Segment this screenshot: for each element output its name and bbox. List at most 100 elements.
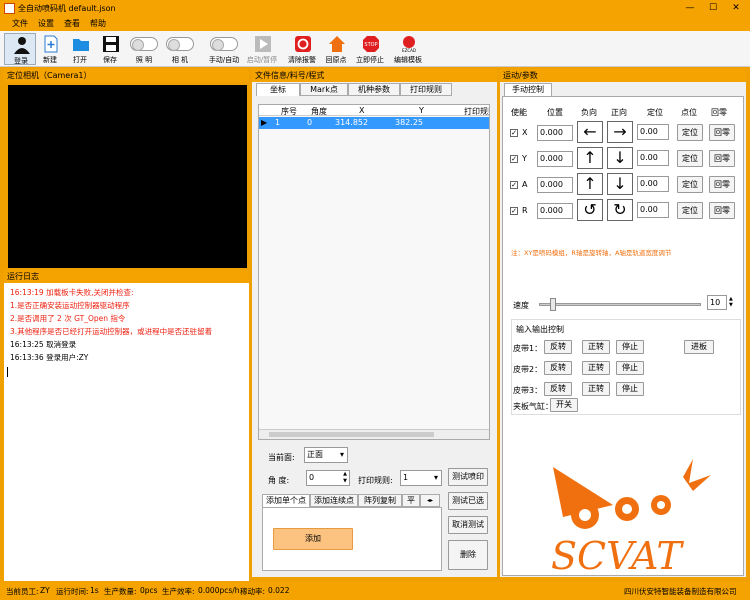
slider-thumb[interactable] [549, 298, 556, 311]
jog-negative-button[interactable]: ↑ [577, 173, 603, 195]
belt-forward-button[interactable]: 正转 [582, 382, 610, 396]
menu-view[interactable]: 查看 [64, 18, 80, 29]
locate-button[interactable]: 定位 [677, 202, 703, 219]
speed-input[interactable]: 10 [707, 295, 727, 310]
log-area[interactable]: 16:13:19 加载板卡失败,关闭并检查: 1.是否正确安装运动控制器驱动程序 2… [4, 283, 249, 581]
scrollbar-thumb[interactable] [269, 432, 434, 437]
axis-name: R [522, 206, 528, 215]
axis-enable-checkbox[interactable]: ✓ [510, 129, 518, 137]
axis-enable-checkbox[interactable]: ✓ [510, 207, 518, 215]
tab-array-copy[interactable]: 阵列复制 [358, 494, 402, 507]
belt-stop-button[interactable]: 停止 [616, 361, 644, 375]
axis-enable-checkbox[interactable]: ✓ [510, 181, 518, 189]
add-points-tabs: 添加单个点 添加连续点 阵列复制 平 ◂▸ 添加 [258, 493, 444, 573]
folder-icon [73, 39, 89, 51]
test-print-button[interactable]: 测试喷印 [448, 468, 488, 486]
axis-position-field[interactable]: 0.000 [537, 151, 573, 167]
jog-positive-button[interactable]: → [607, 121, 633, 143]
fileinfo-title: 文件信息/料号/程式 [252, 69, 497, 82]
rule-select[interactable]: 1 ▾ [400, 470, 442, 486]
locate-value-stepper[interactable]: 0.00 [637, 176, 669, 192]
angle-stepper[interactable]: 0 ▲ ▼ [306, 470, 350, 486]
motion-panel: 手动控制 使能 位置 负向 正向 定位 点位 回零 ✓ X 0.000 ← → … [500, 82, 746, 577]
axis-position-field[interactable]: 0.000 [537, 203, 573, 219]
delete-button[interactable]: 删除 [448, 540, 488, 570]
home-axis-button[interactable]: 回零 [709, 176, 735, 193]
floppy-icon [103, 36, 119, 52]
locate-value-stepper[interactable]: 0.00 [637, 202, 669, 218]
jog-positive-button[interactable]: ↓ [607, 173, 633, 195]
camera-view[interactable] [8, 85, 247, 268]
company-name: 四川伏安特智能装备制造有限公司 [624, 587, 737, 596]
feed-board-button[interactable]: 进板 [684, 340, 714, 354]
spin-icon[interactable]: ▲ ▼ [729, 296, 733, 308]
log-line: 16:13:36 登录用户:ZY [10, 353, 89, 362]
maximize-button[interactable]: ☐ [703, 0, 723, 16]
axis-position-field[interactable]: 0.000 [537, 125, 573, 141]
tab-add-single[interactable]: 添加单个点 [262, 494, 310, 507]
locate-value-stepper[interactable]: 0.00 [637, 124, 669, 140]
jog-negative-button[interactable]: ← [577, 121, 603, 143]
svg-text:STOP: STOP [364, 42, 377, 48]
add-button[interactable]: 添加 [273, 528, 353, 550]
jog-positive-button[interactable]: ↻ [607, 199, 633, 221]
horizontal-scrollbar[interactable] [259, 429, 489, 439]
tab-mark-point[interactable]: Mark点 [300, 83, 348, 96]
jog-negative-button[interactable]: ↺ [577, 199, 603, 221]
belt-reverse-button[interactable]: 反转 [544, 382, 572, 396]
minimize-button[interactable]: — [680, 0, 700, 16]
belt-stop-button[interactable]: 停止 [616, 382, 644, 396]
home-axis-button[interactable]: 回零 [709, 202, 735, 219]
belt-reverse-button[interactable]: 反转 [544, 340, 572, 354]
chevron-down-icon: ▾ [433, 473, 438, 482]
stop-button[interactable]: STOP 立即停止 [354, 33, 386, 65]
belt-reverse-button[interactable]: 反转 [544, 361, 572, 375]
light-toggle[interactable]: 照 明 [128, 33, 160, 65]
clamp-switch-button[interactable]: 开关 [550, 398, 578, 412]
menu-settings[interactable]: 设置 [38, 18, 54, 29]
tab-model-params[interactable]: 机种参数 [348, 83, 400, 96]
speed-slider[interactable] [539, 298, 701, 311]
axis-position-field[interactable]: 0.000 [537, 177, 573, 193]
tab-manual-control[interactable]: 手动控制 [504, 83, 552, 96]
tab-add-continuous[interactable]: 添加连续点 [310, 494, 358, 507]
svg-text:EZCAD: EZCAD [402, 48, 416, 53]
io-control-group: 输入输出控制 皮带1： 反转 正转 停止 皮带2： 反转 正转 停止 皮带3： 反转… [511, 319, 741, 415]
edit-template-button[interactable]: EZCAD 编辑模板 [392, 33, 424, 65]
belt-forward-button[interactable]: 正转 [582, 361, 610, 375]
cell-index: 1 [275, 118, 281, 127]
tab-print-rules[interactable]: 打印规则 [400, 83, 452, 96]
tab-more[interactable]: 平 [402, 494, 420, 507]
cancel-test-button[interactable]: 取消测试 [448, 516, 488, 534]
menu-file[interactable]: 文件 [12, 18, 28, 29]
runtime-label: 运行时间: [56, 587, 89, 596]
camera-toggle[interactable]: 相 机 [164, 33, 196, 65]
close-button[interactable]: ✕ [726, 0, 746, 16]
locate-value-stepper[interactable]: 0.00 [637, 150, 669, 166]
tab-scroll-arrows-icon[interactable]: ◂▸ [420, 494, 440, 507]
count-value: 0pcs [140, 586, 158, 595]
locate-button[interactable]: 定位 [677, 176, 703, 193]
row-marker-icon: ▶ [261, 118, 268, 127]
face-select[interactable]: 正面 ▾ [304, 447, 348, 463]
house-icon [329, 36, 345, 52]
col-angle: 角度 [311, 107, 327, 116]
locate-button[interactable]: 定位 [677, 150, 703, 167]
table-row[interactable]: ▶ 1 0 314.852 382.25 [259, 117, 489, 129]
start-pause-button[interactable]: 启动/暂停 [246, 33, 278, 65]
tab-coordinates[interactable]: 坐标 [256, 83, 300, 96]
locate-button[interactable]: 定位 [677, 124, 703, 141]
belt-forward-button[interactable]: 正转 [582, 340, 610, 354]
manual-auto-toggle[interactable]: 手动/自动 [208, 33, 240, 65]
jog-positive-button[interactable]: ↓ [607, 147, 633, 169]
home-axis-button[interactable]: 回零 [709, 124, 735, 141]
belt-stop-button[interactable]: 停止 [616, 340, 644, 354]
axis-enable-checkbox[interactable]: ✓ [510, 155, 518, 163]
app-icon [4, 3, 15, 14]
home-axis-button[interactable]: 回零 [709, 150, 735, 167]
test-selected-button[interactable]: 测试已选 [448, 492, 488, 510]
runtime-value: 1s [90, 586, 99, 595]
jog-negative-button[interactable]: ↑ [577, 147, 603, 169]
header-positive: 正向 [611, 108, 627, 117]
menu-help[interactable]: 帮助 [90, 18, 106, 29]
